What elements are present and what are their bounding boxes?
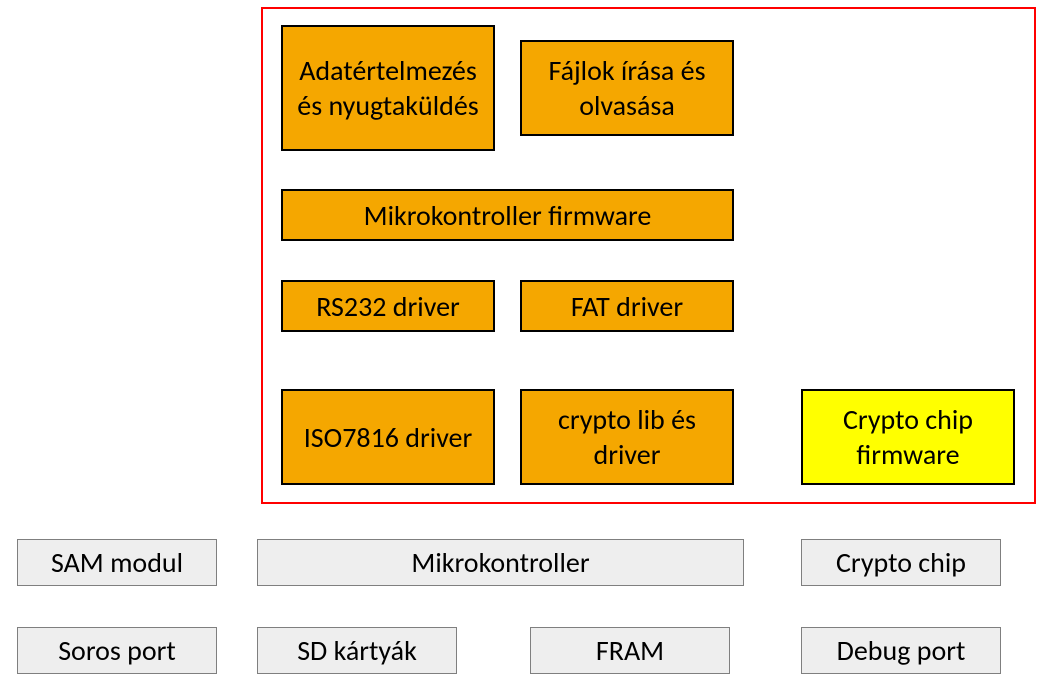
- hw-fram: FRAM: [530, 627, 730, 674]
- box-rs232-driver: RS232 driver: [281, 280, 495, 332]
- hw-sam-module: SAM modul: [17, 539, 217, 586]
- box-iso7816-driver: ISO7816 driver: [281, 389, 495, 485]
- hw-debug-port: Debug port: [801, 627, 1001, 674]
- box-file-rw: Fájlok írása és olvasása: [520, 40, 734, 136]
- box-fat-driver: FAT driver: [520, 280, 734, 332]
- box-data-interpret: Adatértelmezés és nyugtaküldés: [281, 25, 495, 151]
- hw-crypto-chip: Crypto chip: [801, 539, 1001, 586]
- diagram-canvas: Adatértelmezés és nyugtaküldés Fájlok ír…: [0, 0, 1051, 693]
- hw-serial-port: Soros port: [17, 627, 217, 674]
- hw-sd-cards: SD kártyák: [257, 627, 457, 674]
- box-mcu-firmware: Mikrokontroller firmware: [281, 189, 734, 241]
- box-crypto-lib-driver: crypto lib és driver: [520, 389, 734, 485]
- hw-microcontroller: Mikrokontroller: [257, 539, 744, 586]
- box-crypto-chip-firmware: Crypto chip firmware: [801, 389, 1015, 485]
